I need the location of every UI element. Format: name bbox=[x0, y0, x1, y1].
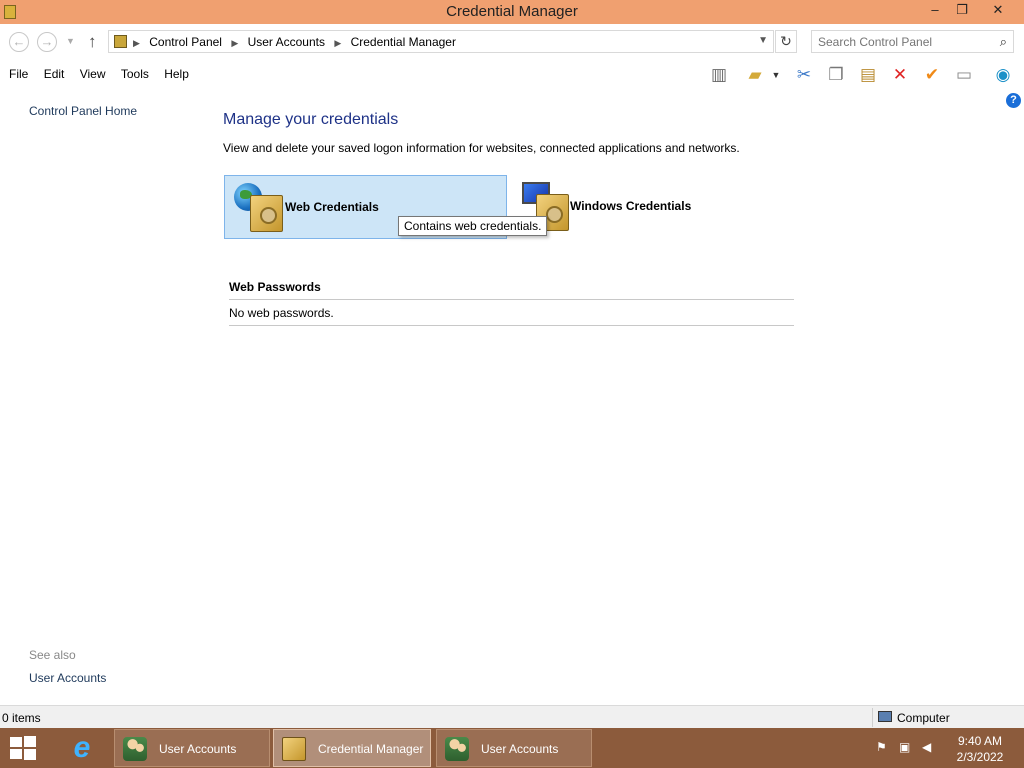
checkmark-icon[interactable]: ✔ bbox=[919, 63, 945, 87]
breadcrumb-control-panel[interactable]: Control Panel bbox=[149, 35, 222, 49]
internet-explorer-icon[interactable]: e bbox=[64, 731, 100, 765]
minimize-button[interactable]: – bbox=[920, 0, 950, 20]
taskbar-item-label: User Accounts bbox=[481, 742, 559, 756]
dropdown-icon[interactable]: ▼ bbox=[768, 63, 784, 87]
computer-icon bbox=[878, 711, 892, 722]
tooltip: Contains web credentials. bbox=[398, 216, 548, 236]
globe-icon[interactable]: ◉ bbox=[990, 63, 1016, 87]
address-dropdown-icon[interactable]: ▼ bbox=[758, 35, 768, 46]
location-label: Computer bbox=[897, 711, 950, 725]
start-button[interactable] bbox=[9, 736, 37, 760]
status-separator bbox=[872, 708, 873, 727]
windows-logo-icon bbox=[24, 749, 36, 760]
web-passwords-heading: Web Passwords bbox=[229, 280, 321, 294]
layout-icon[interactable]: ▥ bbox=[706, 63, 732, 87]
breadcrumb: ▶ Control Panel ▶ User Accounts ▶ Creden… bbox=[133, 35, 462, 49]
see-also-label: See also bbox=[29, 648, 76, 662]
web-credentials-label: Web Credentials bbox=[285, 200, 379, 214]
taskbar-item-label: User Accounts bbox=[159, 742, 237, 756]
clock-time: 9:40 AM bbox=[957, 734, 1003, 748]
user-accounts-icon bbox=[123, 737, 147, 761]
left-navigation-pane: Control Panel Home See also User Account… bbox=[0, 90, 200, 704]
help-icon[interactable]: ? bbox=[1006, 93, 1021, 108]
paste-icon[interactable]: ▤ bbox=[855, 63, 881, 87]
windows-logo-icon bbox=[10, 749, 22, 759]
divider bbox=[229, 299, 794, 300]
vault-icon bbox=[250, 195, 283, 232]
windows-credentials-button[interactable]: Windows Credentials bbox=[518, 175, 718, 239]
menu-help[interactable]: Help bbox=[158, 67, 195, 81]
taskbar-item-user-accounts[interactable]: User Accounts bbox=[436, 729, 592, 767]
system-clock[interactable]: 9:40 AM 2/3/2022 bbox=[950, 733, 1010, 765]
status-bar: 0 items Computer bbox=[0, 705, 1024, 728]
title-bar: Credential Manager – ❐ ✕ bbox=[0, 0, 1024, 24]
windows-logo-icon bbox=[24, 736, 36, 747]
page-description: View and delete your saved logon informa… bbox=[223, 141, 740, 155]
breadcrumb-separator-icon[interactable]: ▶ bbox=[133, 38, 140, 48]
copy-icon[interactable]: ❐ bbox=[823, 63, 849, 87]
search-icon[interactable]: ⌕ bbox=[1000, 34, 1007, 50]
back-button[interactable]: ← bbox=[9, 32, 29, 52]
user-accounts-link[interactable]: User Accounts bbox=[29, 671, 106, 685]
navigation-bar: ← → ▼ ↑ ▶ Control Panel ▶ User Accounts … bbox=[0, 24, 1024, 60]
refresh-button[interactable]: ↻ bbox=[775, 30, 797, 53]
speaker-muted-icon[interactable]: ◀ bbox=[922, 740, 931, 754]
control-panel-home-link[interactable]: Control Panel Home bbox=[29, 104, 137, 118]
menu-file[interactable]: File bbox=[3, 67, 34, 81]
menu-toolbar-row: File Edit View Tools Help ▥ ▰ ▼ ✂ ❐ ▤ ✕ … bbox=[0, 60, 1024, 90]
windows-logo-icon bbox=[10, 737, 22, 747]
control-panel-icon bbox=[114, 35, 127, 48]
breadcrumb-user-accounts[interactable]: User Accounts bbox=[248, 35, 325, 49]
cut-icon[interactable]: ✂ bbox=[791, 63, 817, 87]
taskbar: e User Accounts Credential Manager User … bbox=[0, 728, 1024, 768]
search-box[interactable]: ⌕ bbox=[811, 30, 1014, 53]
taskbar-item-user-accounts[interactable]: User Accounts bbox=[114, 729, 270, 767]
menu-bar: File Edit View Tools Help bbox=[3, 67, 195, 81]
windows-credentials-label: Windows Credentials bbox=[570, 199, 692, 213]
folder-properties-icon[interactable]: ▰ bbox=[742, 63, 768, 87]
breadcrumb-separator-icon[interactable]: ▶ bbox=[231, 38, 238, 48]
breadcrumb-separator-icon[interactable]: ▶ bbox=[334, 38, 341, 48]
restore-button[interactable]: ❐ bbox=[947, 0, 977, 20]
item-count: 0 items bbox=[2, 711, 41, 725]
network-icon[interactable]: ▣ bbox=[899, 740, 910, 754]
menu-edit[interactable]: Edit bbox=[38, 67, 71, 81]
recent-locations-chevron-icon[interactable]: ▼ bbox=[66, 36, 75, 46]
user-accounts-icon bbox=[445, 737, 469, 761]
close-button[interactable]: ✕ bbox=[980, 0, 1016, 20]
search-input[interactable] bbox=[818, 32, 988, 52]
vault-icon bbox=[282, 737, 306, 761]
divider bbox=[229, 325, 794, 326]
delete-icon[interactable]: ✕ bbox=[887, 63, 913, 87]
forward-button[interactable]: → bbox=[37, 32, 57, 52]
menu-tools[interactable]: Tools bbox=[115, 67, 155, 81]
empty-state-message: No web passwords. bbox=[229, 306, 334, 320]
breadcrumb-credential-manager[interactable]: Credential Manager bbox=[351, 35, 456, 49]
up-button[interactable]: ↑ bbox=[88, 32, 97, 52]
address-bar[interactable]: ▶ Control Panel ▶ User Accounts ▶ Creden… bbox=[108, 30, 774, 53]
taskbar-item-label: Credential Manager bbox=[318, 742, 424, 756]
taskbar-item-credential-manager[interactable]: Credential Manager bbox=[273, 729, 431, 767]
action-center-flag-icon[interactable]: ⚑ bbox=[876, 740, 887, 754]
window-title: Credential Manager bbox=[446, 3, 578, 20]
clock-date: 2/3/2022 bbox=[956, 750, 1004, 764]
page-title: Manage your credentials bbox=[223, 111, 399, 128]
properties-icon[interactable]: ▭ bbox=[951, 63, 977, 87]
menu-view[interactable]: View bbox=[74, 67, 112, 81]
